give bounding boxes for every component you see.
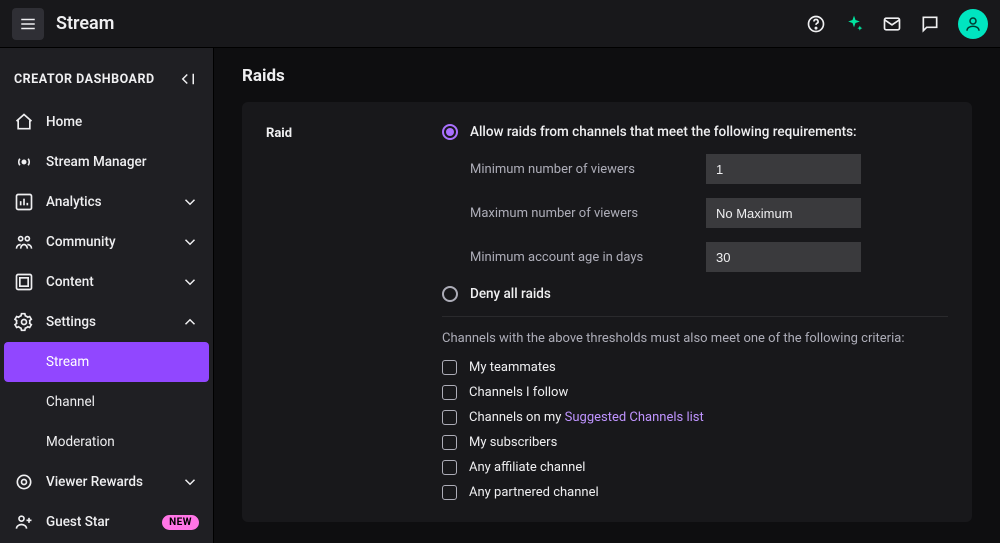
max-viewers-label: Maximum number of viewers [470,206,706,221]
sidebar-item-label: Settings [46,314,169,330]
sidebar-item-guest-star[interactable]: Guest Star NEW [0,502,213,542]
whispers-button[interactable] [920,14,940,34]
criteria-text: Channels with the above thresholds must … [442,331,948,346]
mail-icon [882,14,902,34]
home-icon [14,112,34,132]
sidebar-item-label: Content [46,274,169,290]
reward-icon [14,472,34,492]
sidebar-item-label: Stream Manager [46,154,199,170]
min-age-label: Minimum account age in days [470,250,706,265]
radio-icon [442,286,458,302]
chat-icon [920,14,940,34]
chevron-down-icon [181,473,199,491]
sidebar-item-community[interactable]: Community [0,222,213,262]
guest-star-icon [14,512,34,532]
analytics-icon [14,192,34,212]
brand-title: Stream [56,13,114,34]
max-viewers-input[interactable] [706,198,861,228]
check-label: My subscribers [469,435,557,450]
check-label: Any partnered channel [469,485,599,500]
suggested-channels-link[interactable]: Suggested Channels list [565,410,704,425]
checkbox-icon [442,360,457,375]
check-suggested-channels[interactable]: Channels on my Suggested Channels list [442,410,948,425]
community-icon [14,232,34,252]
raids-card: Raid Allow raids from channels that meet… [242,102,972,522]
check-channels-i-follow[interactable]: Channels I follow [442,385,948,400]
chevron-down-icon [181,273,199,291]
sidebar-subitem-channel[interactable]: Channel [0,382,213,422]
check-any-affiliate[interactable]: Any affiliate channel [442,460,948,475]
separator [442,316,948,317]
checkbox-icon [442,410,457,425]
sparkle-icon [844,14,864,34]
section-label: Raid [266,124,442,500]
chevron-down-icon [181,233,199,251]
gear-icon [14,312,34,332]
help-button[interactable] [806,14,826,34]
sidebar-item-label: Channel [46,394,199,410]
sidebar-subitem-stream[interactable]: Stream [4,342,209,382]
radio-icon [442,124,458,140]
checkbox-icon [442,435,457,450]
top-bar: Stream [0,0,1000,48]
sidebar-item-home[interactable]: Home [0,102,213,142]
hamburger-icon [19,15,37,33]
checkbox-icon [442,485,457,500]
help-icon [806,14,826,34]
sidebar-item-stream-manager[interactable]: Stream Manager [0,142,213,182]
sidebar-subitem-moderation[interactable]: Moderation [0,422,213,462]
new-badge: NEW [162,515,199,530]
allow-radio-label: Allow raids from channels that meet the … [470,124,857,140]
sidebar-item-content[interactable]: Content [0,262,213,302]
check-label: Any affiliate channel [469,460,585,475]
collapse-icon [179,70,197,88]
allow-radio-option[interactable]: Allow raids from channels that meet the … [442,124,948,140]
sidebar-collapse-button[interactable] [179,70,197,88]
sidebar-item-label: Analytics [46,194,169,210]
sidebar-title: CREATOR DASHBOARD [14,72,155,87]
check-my-subscribers[interactable]: My subscribers [442,435,948,450]
sparkle-button[interactable] [844,14,864,34]
check-any-partnered[interactable]: Any partnered channel [442,485,948,500]
sidebar-item-label: Moderation [46,434,199,450]
page-title: Raids [242,66,972,86]
chevron-up-icon [181,313,199,331]
main-content: Raids Raid Allow raids from channels tha… [214,48,1000,543]
min-age-input[interactable] [706,242,861,272]
check-label: My teammates [469,360,556,375]
sidebar-item-label: Guest Star [46,514,144,530]
sidebar-item-label: Viewer Rewards [46,474,169,490]
sidebar-item-label: Community [46,234,169,250]
checkbox-icon [442,460,457,475]
inbox-button[interactable] [882,14,902,34]
check-teammates[interactable]: My teammates [442,360,948,375]
min-viewers-input[interactable] [706,154,861,184]
sidebar-item-viewer-rewards[interactable]: Viewer Rewards [0,462,213,502]
sidebar-item-label: Home [46,114,199,130]
user-icon [964,15,982,33]
deny-radio-option[interactable]: Deny all raids [442,286,948,302]
checkbox-icon [442,385,457,400]
menu-button[interactable] [12,8,44,40]
sidebar: CREATOR DASHBOARD Home Stream Manager An… [0,48,214,543]
chevron-down-icon [181,193,199,211]
check-label: Channels on my Suggested Channels list [469,410,704,425]
check-label: Channels I follow [469,385,568,400]
user-avatar[interactable] [958,9,988,39]
deny-radio-label: Deny all raids [470,286,551,302]
content-icon [14,272,34,292]
broadcast-icon [14,152,34,172]
sidebar-item-settings[interactable]: Settings [0,302,213,342]
sidebar-item-label: Stream [46,354,195,370]
sidebar-item-analytics[interactable]: Analytics [0,182,213,222]
min-viewers-label: Minimum number of viewers [470,162,706,177]
